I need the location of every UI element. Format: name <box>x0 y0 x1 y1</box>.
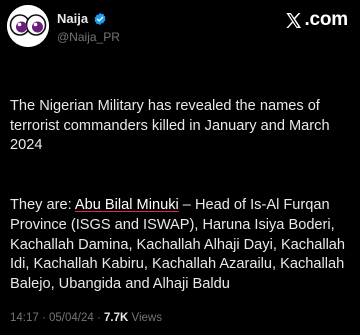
tweet-date[interactable]: 05/04/24 <box>49 312 94 324</box>
tweet-paragraph-2-prefix: They are: <box>10 196 75 213</box>
x-logo-icon <box>284 11 303 30</box>
googly-eyes-avatar-icon <box>7 5 49 47</box>
author-handle[interactable]: @Naija_PR <box>57 30 120 44</box>
author-name-row: Naija <box>57 11 107 26</box>
views-label: Views <box>128 312 162 324</box>
tweet-paragraph-1: The Nigerian Military has revealed the n… <box>10 97 330 154</box>
meta-separator: · <box>93 312 105 324</box>
tweet-meta: 14:17 · 05/04/24 · 7.7K Views <box>10 311 162 325</box>
verified-badge-icon <box>93 12 107 26</box>
highlighted-name: Abu Bilal Minuki <box>74 196 179 213</box>
tweet-paragraph-2: They are: Abu Bilal Minuki – Head of Is-… <box>10 196 356 295</box>
views-count[interactable]: 7.7K <box>104 312 128 324</box>
tweet-text: The Nigerian Military has revealed the n… <box>10 77 356 315</box>
brand-watermark: .com <box>284 10 348 30</box>
brand-text: .com <box>304 9 348 30</box>
tweet-time[interactable]: 14:17 <box>10 312 39 324</box>
meta-separator: · <box>38 312 50 324</box>
avatar[interactable] <box>7 5 49 47</box>
author-display-name[interactable]: Naija <box>57 11 88 26</box>
